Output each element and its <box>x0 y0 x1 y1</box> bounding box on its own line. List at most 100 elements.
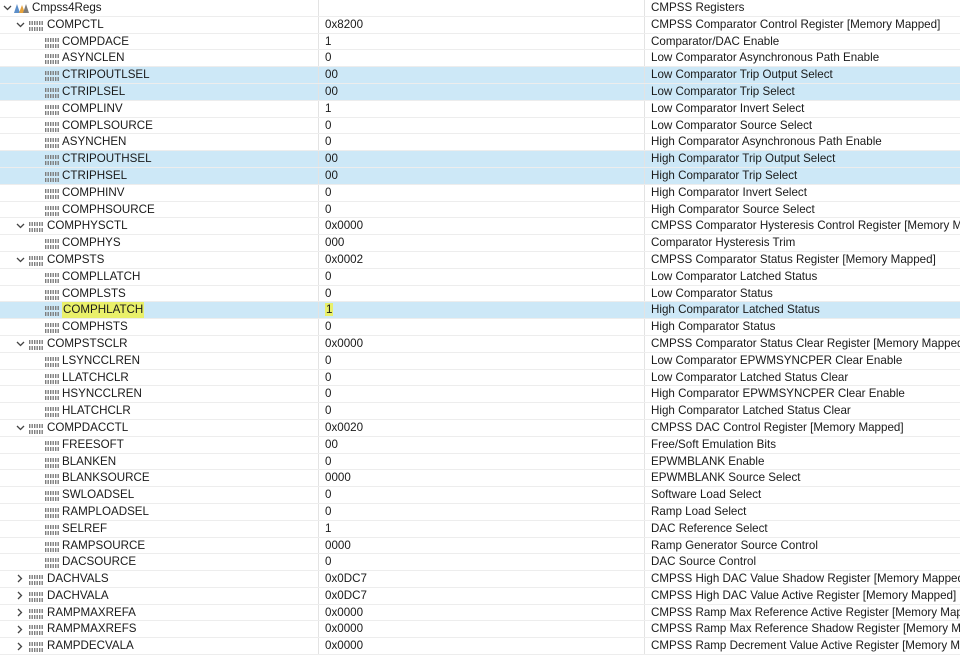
chevron-right-icon[interactable] <box>15 621 25 637</box>
tree-row[interactable]: HLATCHCLR 0 High Comparator Latched Status… <box>0 403 960 420</box>
register-value[interactable]: 0x0002 <box>319 251 645 268</box>
tree-row[interactable]: RAMPMAXREFA 0x0000 CMPSS Ramp Max Referenc… <box>0 604 960 622</box>
register-value[interactable]: 1 <box>319 520 645 537</box>
chevron-right-icon[interactable] <box>15 638 25 654</box>
register-value[interactable]: 0 <box>319 117 645 134</box>
tree-row[interactable]: DACHVALA 0x0DC7 CMPSS High DAC Value Activ… <box>0 587 960 605</box>
register-value[interactable]: 1 <box>319 33 645 50</box>
tree-row[interactable]: COMPHSTS 0 High Comparator Status <box>0 319 960 336</box>
register-value[interactable]: 0 <box>319 285 645 302</box>
tree-row[interactable]: LLATCHCLR 0 Low Comparator Latched Status … <box>0 369 960 387</box>
name-cell: DACSOURCE <box>0 554 319 571</box>
register-value[interactable]: 0 <box>319 554 645 571</box>
tree-row[interactable]: COMPHLATCH 1 High Comparator Latched Statu… <box>0 302 960 320</box>
tree-row[interactable]: ASYNCLEN 0 Low Comparator Asynchronous Pat… <box>0 50 960 68</box>
value-text: 0x0000 <box>325 622 364 636</box>
register-value[interactable]: 0 <box>319 352 645 369</box>
name-cell: COMPHSOURCE <box>0 201 319 218</box>
tree-row[interactable]: CTRIPOUTLSEL 00 Low Comparator Trip Output… <box>0 67 960 84</box>
chevron-down-icon[interactable] <box>15 218 25 234</box>
register-description: Low Comparator Trip Select <box>651 84 795 98</box>
register-value[interactable]: 0 <box>319 453 645 470</box>
tree-row[interactable]: COMPLSOURCE 0 Low Comparator Source Select <box>0 117 960 135</box>
tree-row[interactable]: RAMPDECVALA 0x0000 CMPSS Ramp Decrement Va… <box>0 638 960 655</box>
register-value[interactable]: 0x0000 <box>319 218 645 235</box>
register-value[interactable]: 0 <box>319 50 645 67</box>
register-value[interactable]: 00 <box>319 83 645 100</box>
register-value[interactable]: 0 <box>319 201 645 218</box>
tree-row[interactable]: COMPHYSCTL 0x0000 CMPSS Comparator Hystere… <box>0 218 960 236</box>
tree-row[interactable]: HSYNCCLREN 0 High Comparator EPWMSYNCPER C… <box>0 386 960 404</box>
register-value[interactable]: 0 <box>319 369 645 386</box>
value-text: 0 <box>325 269 332 283</box>
register-value[interactable]: 0 <box>319 134 645 151</box>
tree-row[interactable]: LSYNCCLREN 0 Low Comparator EPWMSYNCPER Cl… <box>0 352 960 370</box>
chevron-down-icon[interactable] <box>15 420 25 436</box>
tree-row[interactable]: COMPLLATCH 0 Low Comparator Latched Status <box>0 268 960 286</box>
tree-row[interactable]: COMPSTS 0x0002 CMPSS Comparator Status Reg… <box>0 251 960 269</box>
tree-row[interactable]: SWLOADSEL 0 Software Load Select <box>0 487 960 504</box>
tree-row[interactable]: Cmpss4Regs CMPSS Registers <box>0 0 960 17</box>
tree-row[interactable]: RAMPSOURCE 0000 Ramp Generator Source Cont… <box>0 537 960 555</box>
tree-row[interactable]: CTRIPLSEL 00 Low Comparator Trip Select <box>0 83 960 101</box>
value-text: 1 <box>325 303 334 317</box>
register-value[interactable]: 1 <box>319 100 645 117</box>
register-value[interactable]: 0x8200 <box>319 16 645 33</box>
register-value[interactable]: 0000 <box>319 470 645 487</box>
chevron-right-icon[interactable] <box>15 605 25 621</box>
value-text: 0 <box>325 51 332 65</box>
chevron-right-icon[interactable] <box>15 571 25 587</box>
tree-row[interactable]: COMPHINV 0 High Comparator Invert Select <box>0 184 960 202</box>
tree-row[interactable]: BLANKEN 0 EPWMBLANK Enable <box>0 453 960 471</box>
register-value[interactable]: 0x0000 <box>319 604 645 621</box>
tree-row[interactable]: COMPLINV 1 Low Comparator Invert Select <box>0 100 960 118</box>
tree-row[interactable]: COMPHSOURCE 0 High Comparator Source Selec… <box>0 201 960 219</box>
tree-row[interactable]: ASYNCHEN 0 High Comparator Asynchronous Pa… <box>0 134 960 152</box>
tree-row[interactable]: COMPDACE 1 Comparator/DAC Enable <box>0 33 960 51</box>
chevron-right-icon[interactable] <box>15 588 25 604</box>
register-value[interactable]: 0x0000 <box>319 621 645 638</box>
tree-row[interactable]: DACHVALS 0x0DC7 CMPSS High DAC Value Shado… <box>0 571 960 588</box>
chevron-down-icon[interactable] <box>15 17 25 33</box>
register-value[interactable]: 00 <box>319 167 645 184</box>
register-value[interactable]: 0x0000 <box>319 335 645 352</box>
register-value[interactable]: 1 <box>319 302 645 319</box>
register-value[interactable]: 0 <box>319 184 645 201</box>
tree-row[interactable]: SELREF 1 DAC Reference Select <box>0 520 960 538</box>
register-value[interactable]: 0 <box>319 268 645 285</box>
tree-row[interactable]: RAMPLOADSEL 0 Ramp Load Select <box>0 503 960 521</box>
tree-row[interactable]: FREESOFT 00 Free/Soft Emulation Bits <box>0 436 960 454</box>
tree-row[interactable]: CTRIPHSEL 00 High Comparator Trip Select <box>0 167 960 185</box>
register-value[interactable]: 0000 <box>319 537 645 554</box>
register-value[interactable]: 00 <box>319 151 645 167</box>
register-value[interactable]: 0 <box>319 503 645 520</box>
register-name: BLANKEN <box>62 454 117 468</box>
register-value[interactable]: 0x0020 <box>319 419 645 436</box>
tree-row[interactable]: CTRIPOUTHSEL 00 High Comparator Trip Outpu… <box>0 151 960 168</box>
chevron-down-icon[interactable] <box>15 252 25 268</box>
tree-row[interactable]: COMPCTL 0x8200 CMPSS Comparator Control Re… <box>0 16 960 34</box>
tree-row[interactable]: COMPSTSCLR 0x0000 CMPSS Comparator Status … <box>0 335 960 353</box>
register-value[interactable]: 00 <box>319 436 645 453</box>
register-value[interactable]: 0 <box>319 403 645 419</box>
register-value[interactable]: 0 <box>319 319 645 335</box>
tree-row[interactable]: RAMPMAXREFS 0x0000 CMPSS Ramp Max Referenc… <box>0 621 960 639</box>
chevron-down-icon[interactable] <box>15 336 25 352</box>
name-cell: COMPDACCTL <box>0 419 319 436</box>
register-value[interactable]: 0x0DC7 <box>319 571 645 587</box>
chevron-down-icon[interactable] <box>2 0 12 16</box>
register-value[interactable]: 00 <box>319 67 645 83</box>
register-value[interactable] <box>319 0 645 16</box>
register-value[interactable]: 000 <box>319 235 645 251</box>
tree-row[interactable]: COMPLSTS 0 Low Comparator Status <box>0 285 960 303</box>
register-description: CMPSS DAC Control Register [Memory Mappe… <box>651 420 904 434</box>
name-cell: COMPSTS <box>0 251 319 268</box>
register-value[interactable]: 0x0DC7 <box>319 587 645 604</box>
tree-row[interactable]: BLANKSOURCE 0000 EPWMBLANK Source Select <box>0 470 960 488</box>
tree-row[interactable]: COMPDACCTL 0x0020 CMPSS DAC Control Regist… <box>0 419 960 437</box>
register-value[interactable]: 0 <box>319 487 645 503</box>
register-value[interactable]: 0 <box>319 386 645 403</box>
tree-row[interactable]: DACSOURCE 0 DAC Source Control <box>0 554 960 572</box>
register-value[interactable]: 0x0000 <box>319 638 645 655</box>
tree-row[interactable]: COMPHYS 000 Comparator Hysteresis Trim <box>0 235 960 252</box>
